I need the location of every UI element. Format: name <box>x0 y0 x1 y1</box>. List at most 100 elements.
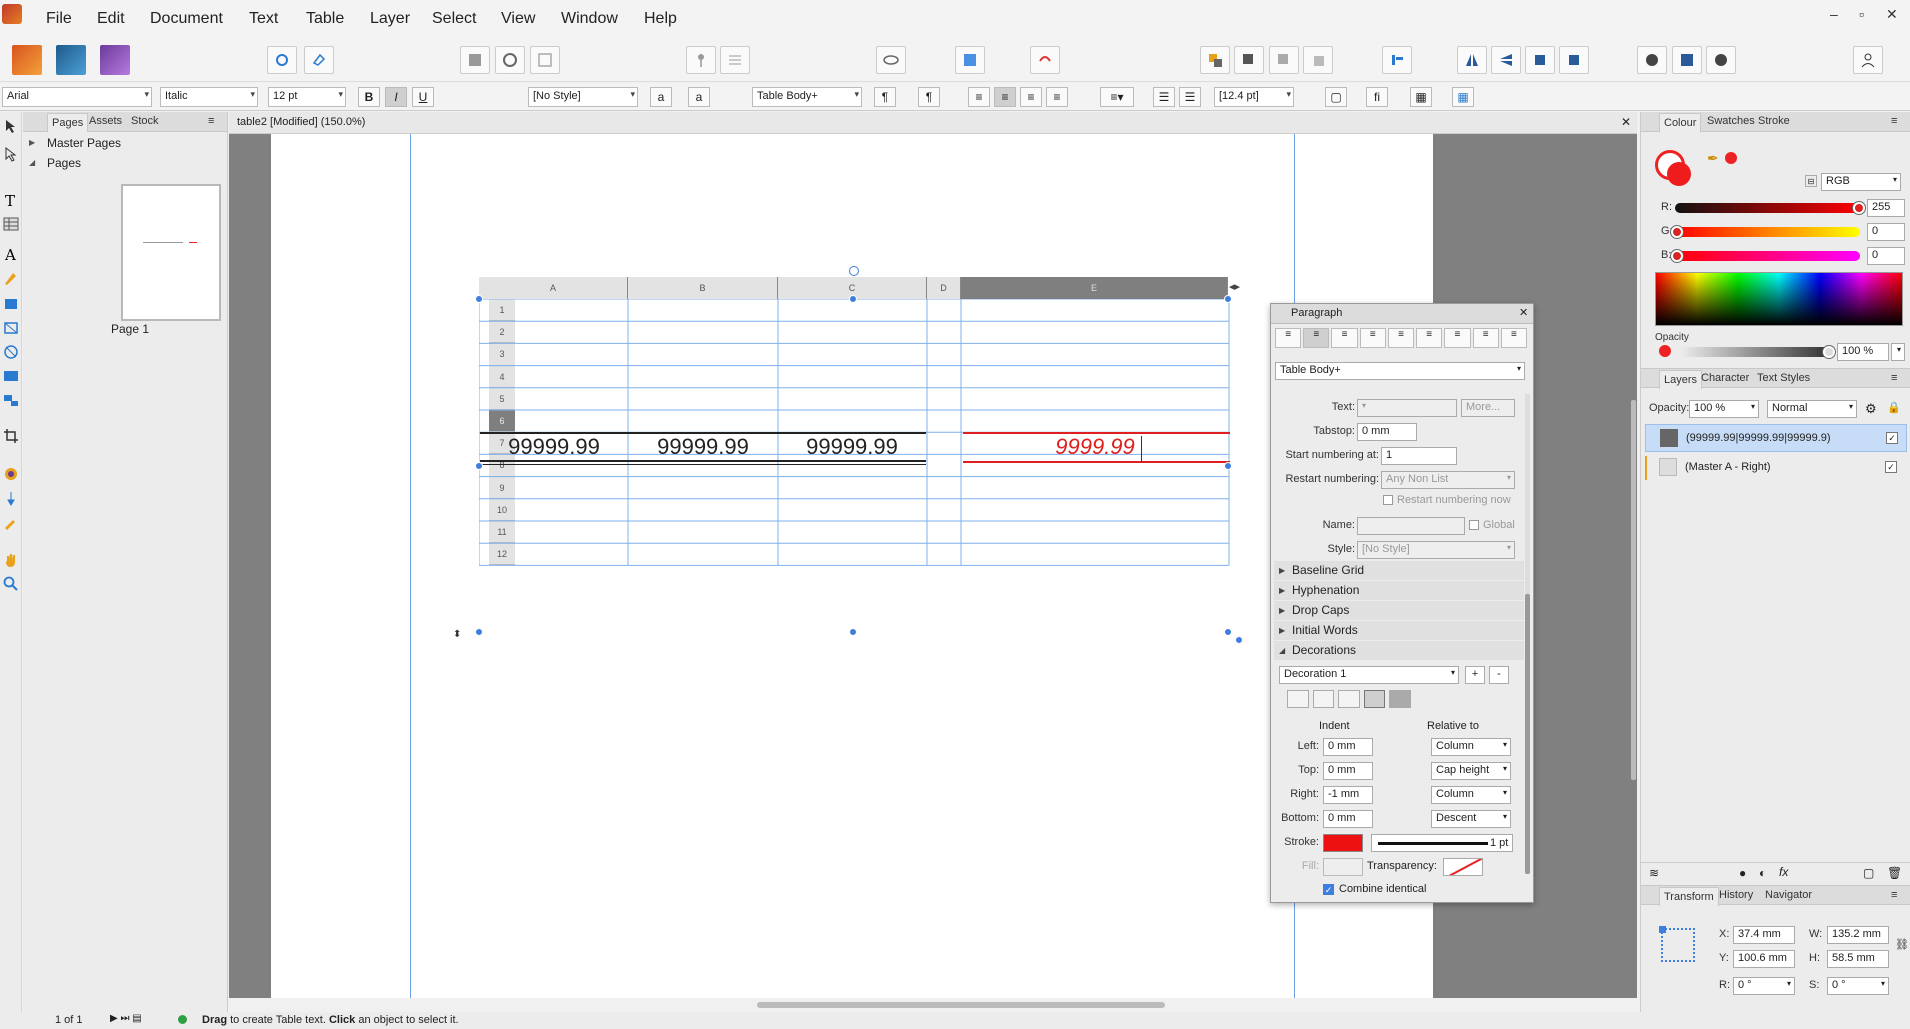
blend-mode-select[interactable]: Normal ▾ <box>1767 400 1857 418</box>
align-away-spine-icon[interactable]: ≡ <box>1500 328 1527 348</box>
fx-icon[interactable]: fx <box>1779 865 1788 879</box>
tab-stock[interactable]: Stock <box>131 115 159 127</box>
link-icon[interactable]: ⛓ <box>1895 938 1909 951</box>
decoration-bottom-icon[interactable] <box>1338 690 1360 708</box>
arrange-front-icon[interactable] <box>1200 46 1230 74</box>
move-tool-icon[interactable] <box>3 118 19 134</box>
preview-icon[interactable] <box>876 46 906 74</box>
table-format-icon[interactable]: ▦ <box>1410 87 1432 107</box>
section-drop-caps[interactable]: ▶ Drop Caps <box>1274 601 1524 620</box>
tab-colour[interactable]: Colour <box>1659 113 1702 132</box>
rotate-right-icon[interactable] <box>1559 46 1589 74</box>
clear-para-style-icon[interactable]: ¶ <box>874 87 896 107</box>
close-icon[interactable]: ✕ <box>1519 306 1528 319</box>
fill-tool-icon[interactable] <box>3 490 19 506</box>
table-tool-icon[interactable] <box>3 216 19 232</box>
align-towards-spine-icon[interactable]: ≡ <box>1472 328 1499 348</box>
rotation-input[interactable]: 0 ° ▾ <box>1733 977 1795 995</box>
menu-table[interactable]: Table <box>306 10 344 28</box>
tab-character[interactable]: Character <box>1701 372 1749 384</box>
align-right-icon[interactable]: ≡ <box>1020 87 1042 107</box>
ligature-icon[interactable]: fi <box>1366 87 1388 107</box>
add-decoration-button[interactable]: + <box>1465 666 1485 684</box>
font-family-select[interactable]: Arial ▾ <box>2 87 152 107</box>
cell-b6[interactable]: 99999.99 <box>629 434 777 460</box>
pen-tool-icon[interactable] <box>3 270 19 286</box>
anchor-point-grid[interactable] <box>1659 926 1695 962</box>
left-indent-input[interactable]: 0 mm <box>1323 738 1373 756</box>
italic-button[interactable]: I <box>385 87 407 107</box>
bottom-indent-input[interactable]: 0 mm <box>1323 810 1373 828</box>
decoration-fill-icon[interactable] <box>1389 690 1411 708</box>
section-initial-words[interactable]: ▶ Initial Words <box>1274 621 1524 640</box>
document-page[interactable]: A B C D E ◂▸ 1 2 3 4 5 6 7 8 9 10 11 12 99999.99 99… <box>271 134 1433 998</box>
hand-tool-icon[interactable] <box>3 552 19 568</box>
shape-icon[interactable] <box>495 46 525 74</box>
baseline-grid-icon[interactable] <box>955 46 985 74</box>
layer-visibility-checkbox[interactable]: ✓ <box>1885 461 1897 473</box>
selection-handle[interactable] <box>475 462 483 470</box>
minimize-button[interactable]: – <box>1830 6 1838 22</box>
shear-input[interactable]: 0 ° ▾ <box>1827 977 1889 995</box>
name-input[interactable] <box>1357 517 1465 535</box>
layer-row-selected[interactable]: (99999.99|99999.99|99999.9) ✓ <box>1645 424 1907 452</box>
panel-menu-icon[interactable]: ≡ <box>208 115 214 127</box>
tab-transform[interactable]: Transform <box>1659 887 1719 906</box>
global-checkbox[interactable] <box>1469 520 1479 530</box>
opacity-dropdown[interactable]: ▾ <box>1891 343 1905 361</box>
g-input[interactable]: 0 <box>1867 223 1905 241</box>
align-icon[interactable] <box>1382 46 1412 74</box>
layer-row[interactable]: (Master A - Right) ✓ <box>1645 454 1907 482</box>
column-header-e[interactable]: E <box>961 277 1228 299</box>
page-nav-icon[interactable]: ▶ ⏭ ▤ <box>110 1013 142 1024</box>
boolean-intersect-icon[interactable] <box>1706 46 1736 74</box>
transparency-swatch[interactable] <box>1443 858 1483 876</box>
gear-icon[interactable]: ⚙ <box>1865 401 1877 417</box>
w-input[interactable]: 135.2 mm <box>1827 926 1889 944</box>
more-button[interactable]: More... <box>1461 399 1515 417</box>
erase-icon[interactable] <box>304 46 334 74</box>
text-tool-icon[interactable]: T <box>3 192 19 208</box>
para-style-icon[interactable]: ¶ <box>918 87 940 107</box>
paragraph-style-select[interactable]: Table Body+ ▾ <box>1275 362 1525 380</box>
remove-decoration-button[interactable]: - <box>1489 666 1509 684</box>
align-center-icon[interactable]: ≡ <box>994 87 1016 107</box>
menu-edit[interactable]: Edit <box>97 10 125 28</box>
designer-persona-icon[interactable] <box>56 45 86 75</box>
bottom-relative-select[interactable]: Descent ▾ <box>1431 810 1511 828</box>
crop-tool-icon[interactable] <box>3 428 19 444</box>
menu-window[interactable]: Window <box>561 10 618 28</box>
delete-layer-icon[interactable]: 🗑 <box>1887 866 1902 880</box>
text-wrap-icon[interactable] <box>720 46 750 74</box>
ellipse-frame-tool-icon[interactable] <box>3 344 19 360</box>
r-slider[interactable] <box>1675 203 1860 213</box>
right-indent-input[interactable]: -1 mm <box>1323 786 1373 804</box>
rectangle-tool-icon[interactable] <box>3 296 19 312</box>
tab-text-styles[interactable]: Text Styles <box>1757 372 1810 384</box>
zoom-tool-icon[interactable] <box>3 576 19 592</box>
close-window-button[interactable]: ✕ <box>1886 6 1898 23</box>
tab-history[interactable]: History <box>1719 889 1753 901</box>
top-indent-input[interactable]: 0 mm <box>1323 762 1373 780</box>
tab-pages[interactable]: Pages <box>47 113 89 132</box>
restart-now-checkbox[interactable] <box>1383 495 1393 505</box>
align-center-icon[interactable]: ≡ <box>1303 328 1330 348</box>
user-account-icon[interactable] <box>1853 46 1883 74</box>
restore-button[interactable]: ▫ <box>1859 6 1864 22</box>
list-style-select[interactable]: [No Style] ▾ <box>1357 541 1515 559</box>
font-style-select[interactable]: Italic ▾ <box>160 87 258 107</box>
menu-help[interactable]: Help <box>644 10 677 28</box>
flip-horizontal-icon[interactable] <box>1457 46 1487 74</box>
layers-opacity-select[interactable]: 100 % ▾ <box>1689 400 1759 418</box>
scrollbar-thumb[interactable] <box>1525 594 1530 874</box>
column-header-b[interactable]: B <box>628 277 778 299</box>
eyedropper-tool-icon[interactable] <box>3 514 19 530</box>
r-slider-knob[interactable] <box>1853 202 1865 214</box>
tab-stroke[interactable]: Stroke <box>1758 115 1790 127</box>
panel-menu-icon[interactable]: ≡ <box>1891 889 1897 901</box>
place-image-tool-icon[interactable] <box>3 368 19 384</box>
boolean-add-icon[interactable] <box>1637 46 1667 74</box>
rotate-left-icon[interactable] <box>1525 46 1555 74</box>
leading-select[interactable]: [12.4 pt] ▾ <box>1214 87 1294 107</box>
numbering-icon[interactable]: ☰ <box>1179 87 1201 107</box>
